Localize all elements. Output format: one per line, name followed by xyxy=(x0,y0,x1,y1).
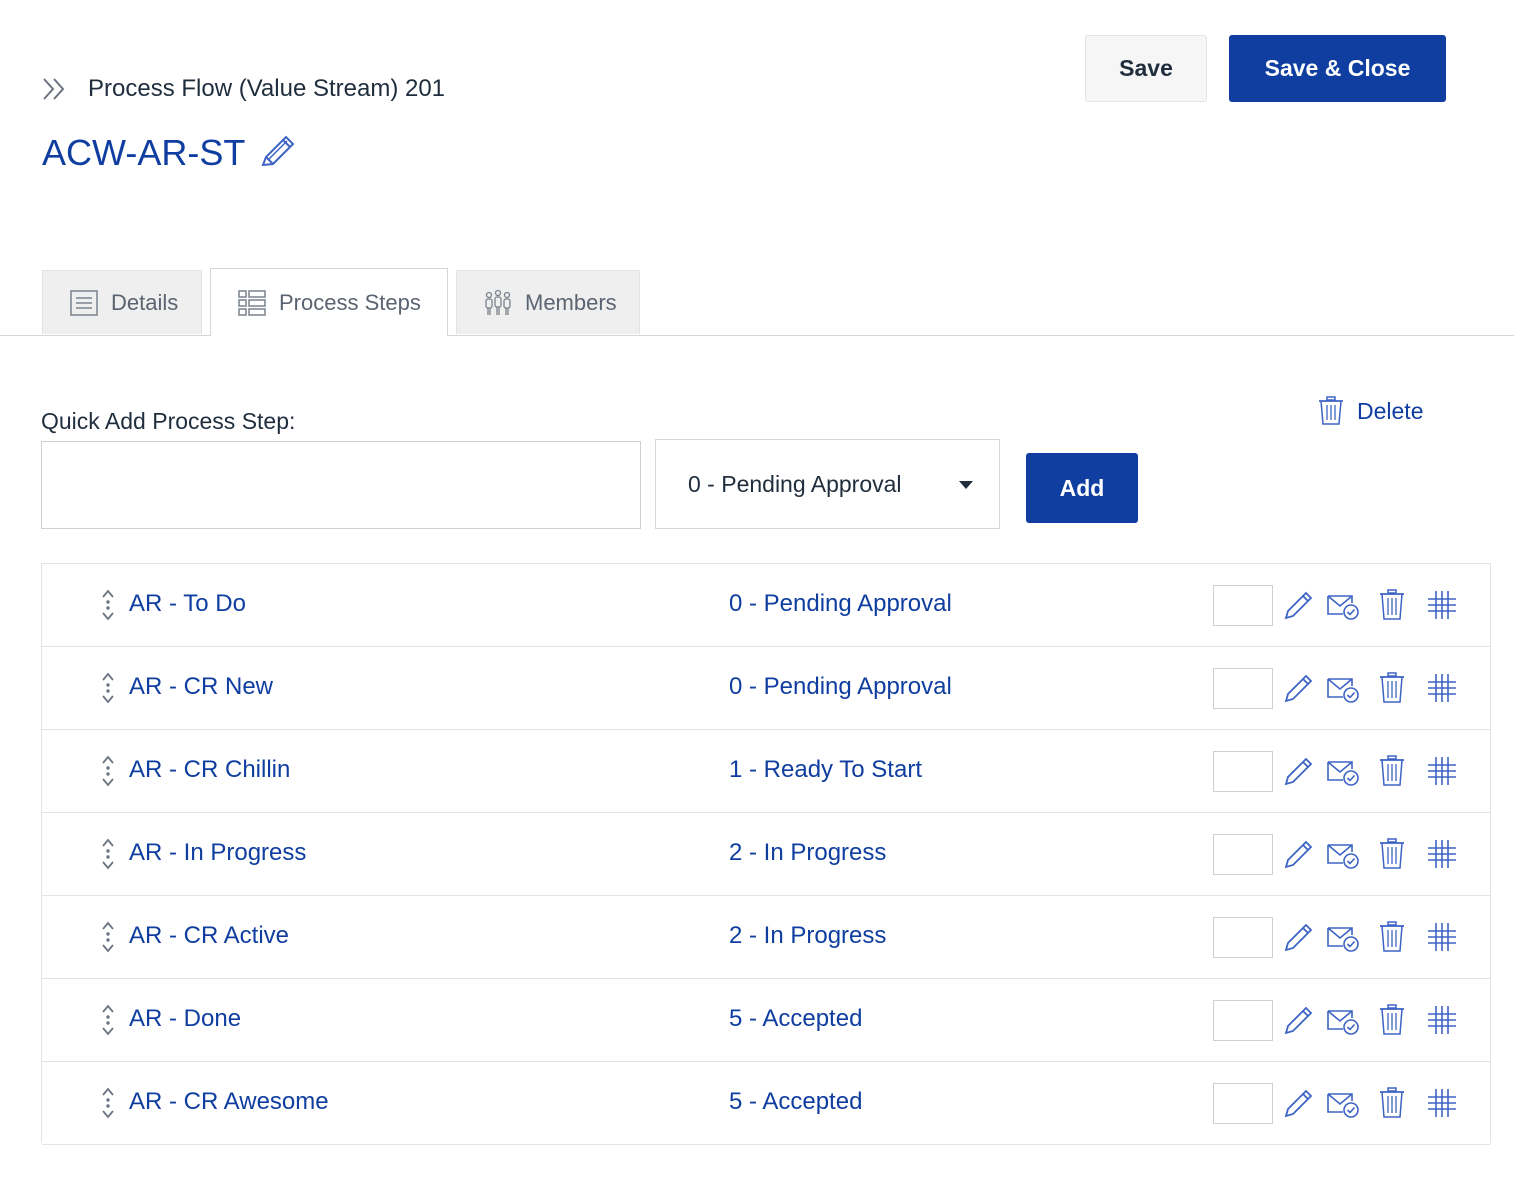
step-state-link[interactable]: 5 - Accepted xyxy=(729,1005,862,1033)
trash-icon[interactable] xyxy=(1375,920,1409,954)
edit-icon[interactable] xyxy=(1282,920,1316,954)
delete-label: Delete xyxy=(1357,397,1424,424)
tab-process-steps[interactable]: Process Steps xyxy=(210,268,448,336)
delete-button[interactable]: Delete xyxy=(1317,396,1423,426)
double-chevron-right-icon[interactable] xyxy=(40,74,70,104)
trash-icon[interactable] xyxy=(1375,837,1409,871)
trash-icon[interactable] xyxy=(1375,588,1409,622)
step-state-link[interactable]: 2 - In Progress xyxy=(729,839,886,867)
drag-handle-icon[interactable] xyxy=(98,671,118,705)
step-name-link[interactable]: AR - To Do xyxy=(129,590,246,618)
step-name-link[interactable]: AR - Done xyxy=(129,1005,241,1033)
trash-icon[interactable] xyxy=(1375,1003,1409,1037)
trash-icon[interactable] xyxy=(1375,671,1409,705)
table-row: AR - CR Chillin 1 - Ready To Start xyxy=(42,730,1490,813)
table-row: AR - CR Awesome 5 - Accepted xyxy=(42,1062,1490,1145)
grid-icon[interactable] xyxy=(1425,920,1459,954)
edit-icon[interactable] xyxy=(1282,837,1316,871)
table-row: AR - Done 5 - Accepted xyxy=(42,979,1490,1062)
pencil-icon[interactable] xyxy=(257,133,297,173)
mail-check-icon[interactable] xyxy=(1326,671,1360,705)
tab-members[interactable]: Members xyxy=(456,270,640,334)
edit-icon[interactable] xyxy=(1282,1003,1316,1037)
step-state-link[interactable]: 1 - Ready To Start xyxy=(729,756,922,784)
edit-icon[interactable] xyxy=(1282,1086,1316,1120)
step-name-link[interactable]: AR - CR New xyxy=(129,673,273,701)
drag-handle-icon[interactable] xyxy=(98,1086,118,1120)
page-title-text: ACW-AR-ST xyxy=(42,132,246,173)
step-name-link[interactable]: AR - CR Active xyxy=(129,922,289,950)
drag-handle-icon[interactable] xyxy=(98,837,118,871)
mail-check-icon[interactable] xyxy=(1326,837,1360,871)
step-order-box[interactable] xyxy=(1213,585,1273,626)
table-row: AR - CR Active 2 - In Progress xyxy=(42,896,1490,979)
mail-check-icon[interactable] xyxy=(1326,754,1360,788)
edit-icon[interactable] xyxy=(1282,588,1316,622)
tab-members-label: Members xyxy=(525,289,617,315)
quick-add-state-select[interactable]: 0 - Pending Approval xyxy=(655,439,1000,529)
add-button[interactable]: Add xyxy=(1026,453,1138,523)
trash-icon[interactable] xyxy=(1375,754,1409,788)
table-row: AR - CR New 0 - Pending Approval xyxy=(42,647,1490,730)
grid-icon[interactable] xyxy=(1425,588,1459,622)
table-row: AR - In Progress 2 - In Progress xyxy=(42,813,1490,896)
edit-icon[interactable] xyxy=(1282,671,1316,705)
quick-add-state-value: 0 - Pending Approval xyxy=(688,470,902,497)
mail-check-icon[interactable] xyxy=(1326,588,1360,622)
step-order-box[interactable] xyxy=(1213,917,1273,958)
list-icon xyxy=(237,288,267,318)
step-name-link[interactable]: AR - CR Awesome xyxy=(129,1088,329,1116)
step-order-box[interactable] xyxy=(1213,751,1273,792)
edit-icon[interactable] xyxy=(1282,754,1316,788)
breadcrumb: Process Flow (Value Stream) 201 xyxy=(40,74,445,104)
step-name-link[interactable]: AR - In Progress xyxy=(129,839,306,867)
step-order-box[interactable] xyxy=(1213,668,1273,709)
grid-icon[interactable] xyxy=(1425,1003,1459,1037)
trash-icon xyxy=(1317,396,1345,426)
people-icon xyxy=(483,288,513,318)
grid-icon[interactable] xyxy=(1425,837,1459,871)
quick-add-label: Quick Add Process Step: xyxy=(41,408,296,434)
grid-icon[interactable] xyxy=(1425,671,1459,705)
save-button[interactable]: Save xyxy=(1085,35,1207,102)
caret-down-icon xyxy=(959,481,973,489)
step-name-link[interactable]: AR - CR Chillin xyxy=(129,756,290,784)
table-row: AR - To Do 0 - Pending Approval xyxy=(42,564,1490,647)
mail-check-icon[interactable] xyxy=(1326,1086,1360,1120)
step-order-box[interactable] xyxy=(1213,834,1273,875)
tab-details[interactable]: Details xyxy=(42,270,202,334)
step-state-link[interactable]: 2 - In Progress xyxy=(729,922,886,950)
grid-icon[interactable] xyxy=(1425,1086,1459,1120)
drag-handle-icon[interactable] xyxy=(98,1003,118,1037)
step-order-box[interactable] xyxy=(1213,1000,1273,1041)
process-steps-table: AR - To Do 0 - Pending Approval AR - CR … xyxy=(41,563,1491,1145)
breadcrumb-label: Process Flow (Value Stream) 201 xyxy=(88,75,446,102)
mail-check-icon[interactable] xyxy=(1326,1003,1360,1037)
document-icon xyxy=(69,288,99,318)
mail-check-icon[interactable] xyxy=(1326,920,1360,954)
page-title: ACW-AR-ST xyxy=(42,132,297,174)
step-order-box[interactable] xyxy=(1213,1083,1273,1124)
step-state-link[interactable]: 0 - Pending Approval xyxy=(729,590,952,618)
step-state-link[interactable]: 5 - Accepted xyxy=(729,1088,862,1116)
tab-process-steps-label: Process Steps xyxy=(279,289,421,315)
save-and-close-button[interactable]: Save & Close xyxy=(1229,35,1446,102)
drag-handle-icon[interactable] xyxy=(98,754,118,788)
tab-details-label: Details xyxy=(111,289,179,315)
step-state-link[interactable]: 0 - Pending Approval xyxy=(729,673,952,701)
quick-add-step-input[interactable] xyxy=(41,441,641,529)
drag-handle-icon[interactable] xyxy=(98,588,118,622)
trash-icon[interactable] xyxy=(1375,1086,1409,1120)
drag-handle-icon[interactable] xyxy=(98,920,118,954)
grid-icon[interactable] xyxy=(1425,754,1459,788)
